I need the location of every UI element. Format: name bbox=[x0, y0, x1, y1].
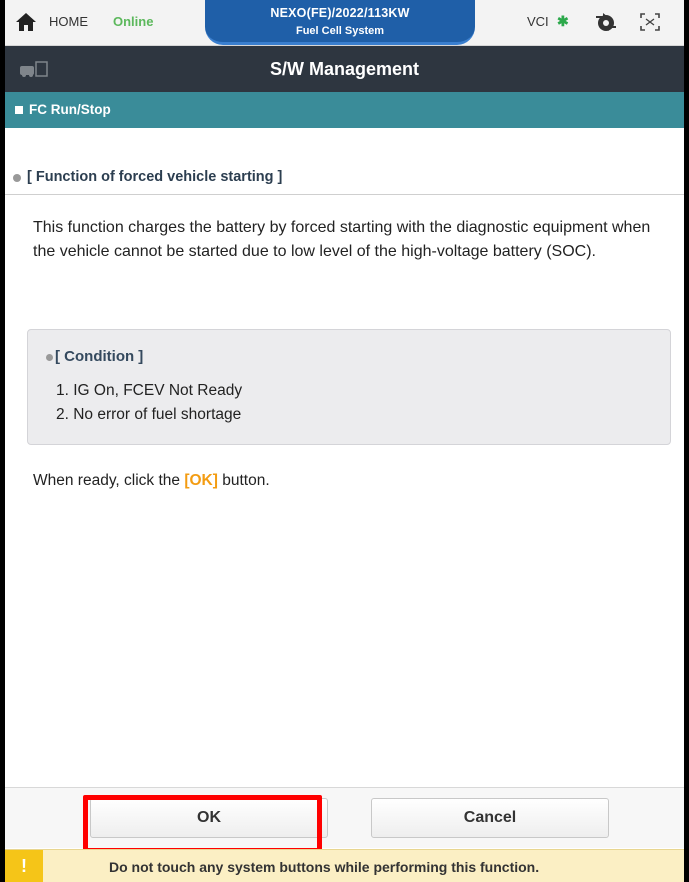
instruction-prefix: When ready, click the bbox=[33, 472, 185, 489]
function-description: This function charges the battery by for… bbox=[33, 219, 651, 260]
fullscreen-icon[interactable] bbox=[639, 12, 661, 32]
vehicle-banner: NEXO(FE)/2022/113KW Fuel Cell System bbox=[205, 0, 475, 45]
square-bullet-icon bbox=[15, 106, 23, 114]
instruction-text: When ready, click the [OK] button. bbox=[33, 472, 270, 490]
function-title-row: [ Function of forced vehicle starting ] bbox=[5, 164, 684, 195]
system-name: Fuel Cell System bbox=[295, 25, 385, 37]
section-label: FC Run/Stop bbox=[29, 102, 111, 117]
condition-box: [ Condition ] 1. IG On, FCEV Not Ready 2… bbox=[27, 329, 671, 445]
title-bar: S/W Management bbox=[5, 46, 684, 92]
app-frame: HOME Online NEXO(FE)/2022/113KW Fuel Cel… bbox=[5, 0, 684, 882]
page-title: S/W Management bbox=[269, 59, 420, 79]
warning-text: Do not touch any system buttons while pe… bbox=[109, 859, 540, 875]
condition-item: 2. No error of fuel shortage bbox=[56, 406, 242, 423]
home-icon[interactable] bbox=[15, 12, 37, 32]
vci-label: VCI bbox=[527, 14, 549, 29]
condition-title: [ Condition ] bbox=[55, 348, 144, 365]
cancel-button[interactable]: Cancel bbox=[371, 798, 609, 838]
sync-icon[interactable] bbox=[593, 10, 619, 34]
connection-status: Online bbox=[113, 14, 154, 29]
function-title: [ Function of forced vehicle starting ] bbox=[27, 169, 283, 185]
top-status-bar: HOME Online NEXO(FE)/2022/113KW Fuel Cel… bbox=[5, 0, 684, 46]
instruction-suffix: button. bbox=[217, 472, 270, 489]
section-header: FC Run/Stop bbox=[5, 92, 684, 128]
bluetooth-icon: ✱ bbox=[557, 13, 569, 29]
warning-icon: ! bbox=[5, 850, 43, 882]
condition-item: 1. IG On, FCEV Not Ready bbox=[56, 382, 243, 399]
vehicle-title: NEXO(FE)/2022/113KW bbox=[270, 6, 410, 20]
ok-highlight: [OK] bbox=[184, 472, 218, 489]
home-label[interactable]: HOME bbox=[49, 14, 88, 29]
ok-button-highlight-box bbox=[83, 795, 322, 853]
warning-bar: ! Do not touch any system buttons while … bbox=[5, 849, 684, 882]
bullet-dot-icon bbox=[13, 174, 21, 182]
bullet-dot-icon bbox=[46, 354, 53, 361]
